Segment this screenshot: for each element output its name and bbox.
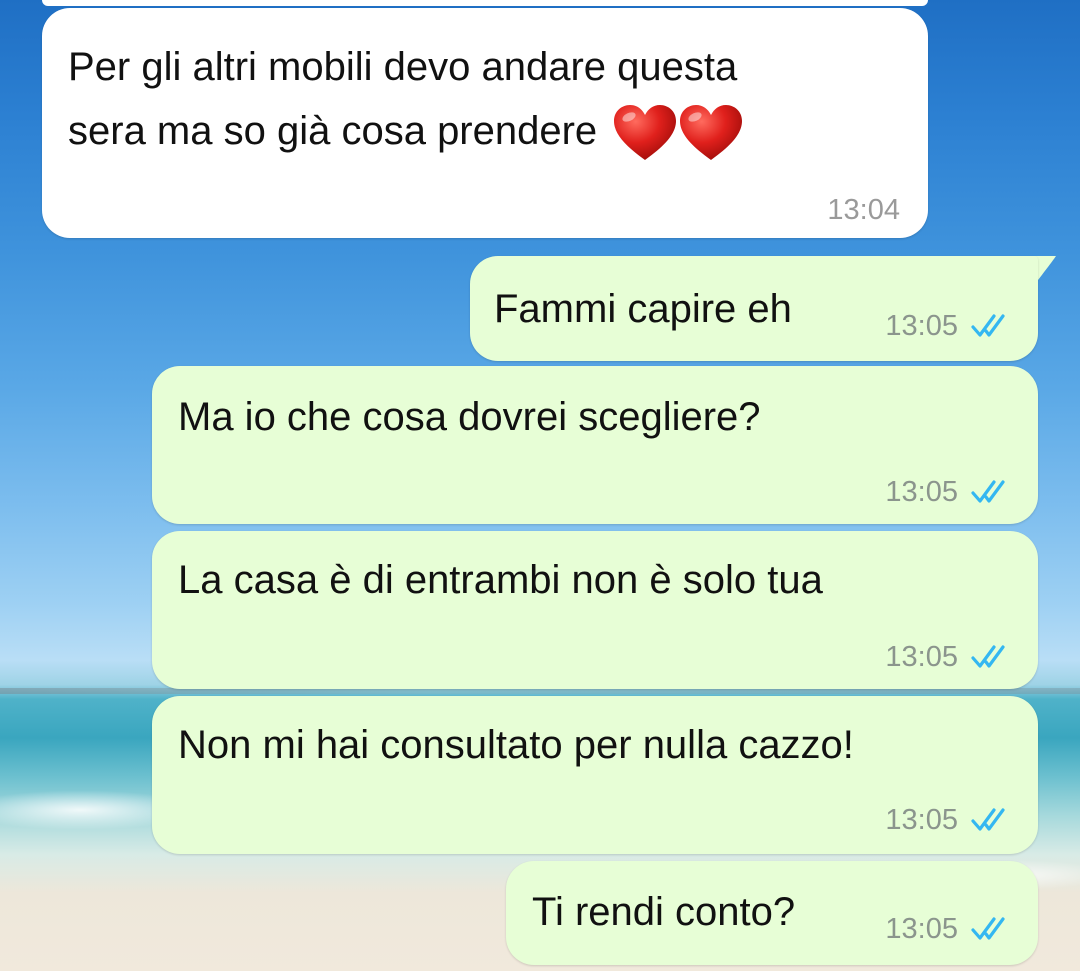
message-bubble-outgoing[interactable]: Non mi hai consultato per nulla cazzo! 1… (152, 696, 1038, 854)
message-text-line: sera ma so già cosa prendere (68, 109, 598, 153)
read-double-tick-icon (971, 917, 1005, 940)
message-bubble-incoming[interactable]: Per gli altri mobili devo andare questa … (42, 8, 928, 238)
read-double-tick-icon (971, 480, 1005, 503)
message-text: Ma io che cosa dovrei scegliere? (178, 395, 761, 439)
message-time: 13:04 (827, 194, 900, 226)
message-time: 13:05 (885, 641, 958, 673)
message-text: Fammi capire eh (494, 287, 792, 331)
message-text: Non mi hai consultato per nulla cazzo! (178, 723, 854, 767)
message-bubble-outgoing[interactable]: Ti rendi conto? 13:05 (506, 861, 1038, 965)
previous-bubble-edge (42, 0, 928, 6)
heart-icon (614, 105, 677, 161)
message-bubble-outgoing[interactable]: La casa è di entrambi non è solo tua 13:… (152, 531, 1038, 689)
read-double-tick-icon (971, 314, 1005, 337)
read-double-tick-icon (971, 808, 1005, 831)
message-bubble-outgoing[interactable]: Ma io che cosa dovrei scegliere? 13:05 (152, 366, 1038, 524)
message-text: Ti rendi conto? (532, 890, 796, 934)
message-bubble-outgoing[interactable]: Fammi capire eh 13:05 (470, 256, 1038, 361)
message-text-line: Per gli altri mobili devo andare questa (68, 45, 738, 89)
message-time: 13:05 (885, 476, 958, 508)
message-time: 13:05 (885, 804, 958, 836)
message-text-line: sera ma so già cosa prendere (68, 100, 744, 163)
read-double-tick-icon (971, 645, 1005, 668)
message-time: 13:05 (885, 913, 958, 945)
heart-icon (680, 105, 743, 161)
message-text: La casa è di entrambi non è solo tua (178, 558, 823, 602)
message-time: 13:05 (885, 310, 958, 342)
